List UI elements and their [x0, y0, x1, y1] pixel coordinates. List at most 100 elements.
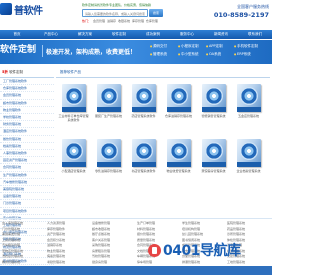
- sidebar-title-text: 软件定制: [9, 70, 24, 74]
- hotwords-label: 热门：: [82, 19, 92, 23]
- nav-item-solutions[interactable]: 解决方案: [68, 32, 102, 37]
- hotword-link[interactable]: 会员管理: [93, 19, 105, 23]
- banner-headline: 极速开发，架构成熟，收费更低！: [46, 49, 137, 56]
- banner-feature: 中小型系统: [178, 52, 206, 57]
- logo[interactable]: 普软件: [0, 2, 43, 17]
- link-column: 出入库管理系统 门诊管理系统 美容美发管理 工资管理系统 汽车租赁管理 宠物店管理系统 洗衣…: [2, 221, 47, 265]
- sidebar-item[interactable]: 汽车维修管理系统: [0, 179, 54, 187]
- watermark-text: 0401导航库: [163, 243, 241, 259]
- product-card[interactable]: 智能销售管理系统: [196, 80, 231, 135]
- footer-link[interactable]: 教务管理系统: [2, 260, 47, 266]
- footer-link[interactable]: 健身房管理: [92, 260, 137, 266]
- sidebar-item[interactable]: 学校管理系统: [0, 114, 54, 122]
- sidebar-item[interactable]: 酒店管理系统软件: [0, 128, 54, 136]
- product-grid: 工业材料订单仓库管理系统软件 服装厂生产管理系统 药店管理系统软件 仓库进销存管理系统…: [56, 80, 266, 190]
- product-box-icon[interactable]: [61, 139, 86, 167]
- product-name[interactable]: 药店管理系统软件: [128, 114, 160, 118]
- product-card[interactable]: 书店管理系统软件: [126, 135, 161, 190]
- link-column: 人力资源管理 库存管理软件 资产管理系统 会员积分系统 进销存系统 物业管理系统 病案管理系…: [47, 221, 92, 265]
- footer-link[interactable]: 考勤管理系统: [47, 260, 92, 266]
- hotwords: 热门： 会员管理 进销存 收银系统 库存管理 仓库管理: [82, 19, 159, 23]
- product-card[interactable]: 服装厂生产管理系统: [91, 80, 126, 135]
- hotline: 全国客户服务热线 010-8589-2197: [214, 4, 269, 19]
- sidebar-item[interactable]: 财务管理系统: [0, 121, 54, 129]
- sidebar-item[interactable]: 固定资产管理系统: [0, 157, 54, 165]
- product-box-icon[interactable]: [131, 84, 156, 112]
- header-slogan: 软件定制请找普软件专业团队，价格实惠，值得信赖: [82, 3, 152, 7]
- product-card[interactable]: 五金店管理系统: [231, 80, 266, 135]
- sidebar-item[interactable]: 仓库管理系统软件: [0, 85, 54, 93]
- product-box-icon[interactable]: [166, 139, 191, 167]
- sidebar-item[interactable]: 会员管理系统: [0, 92, 54, 100]
- footer-link[interactable]: 排课管理系统: [182, 260, 227, 266]
- nav-item-news[interactable]: 新闻资讯: [204, 32, 238, 37]
- hotword-link[interactable]: 收银系统: [118, 19, 130, 23]
- nav-item-contact[interactable]: 联系我们: [238, 32, 272, 37]
- sidebar-item[interactable]: 餐饮管理系统: [0, 136, 54, 143]
- product-name[interactable]: 物业收费管理系统: [163, 169, 195, 173]
- product-name[interactable]: 书店管理系统软件: [128, 169, 160, 173]
- banner-features: 源码交付 小程序定制 APP定制 手机软件定制 管理系统 中小型系统 OA系统 …: [150, 44, 262, 57]
- sidebar-item[interactable]: 超市管理系统软件: [0, 100, 54, 107]
- sidebar-item[interactable]: 档案管理系统: [0, 143, 54, 151]
- nav-item-home[interactable]: 首页: [0, 32, 34, 37]
- product-name[interactable]: 企业档案管理系统: [233, 169, 265, 173]
- banner-feature: OA系统: [206, 52, 234, 57]
- search-input[interactable]: 请输入您需要的软件名称，或输入关键词搜索: [82, 9, 148, 17]
- nav-item-service[interactable]: 服务中心: [170, 32, 204, 37]
- search-button[interactable]: 搜索: [149, 9, 163, 17]
- sidebar-item[interactable]: 人事管理系统软件: [0, 150, 54, 158]
- banner-left-title: 软件定制: [0, 45, 37, 55]
- product-name[interactable]: 仓库进销存管理系统: [163, 114, 195, 118]
- product-box-icon[interactable]: [96, 139, 121, 167]
- hotword-link[interactable]: 库存管理: [132, 19, 144, 23]
- product-box-icon[interactable]: [61, 84, 86, 112]
- product-card[interactable]: 企业档案管理系统: [231, 135, 266, 190]
- product-name[interactable]: 小型酒店管理系统: [58, 169, 90, 173]
- sidebar-item[interactable]: 项目管理系统软件: [0, 208, 54, 215]
- product-card[interactable]: 物业收费管理系统: [161, 135, 196, 190]
- product-name[interactable]: 智能销售管理系统: [198, 114, 230, 118]
- product-box-icon[interactable]: [201, 84, 226, 112]
- hotline-phone: 010-8589-2197: [213, 11, 269, 19]
- nav-item-products[interactable]: 产品中心: [34, 32, 68, 37]
- banner-feature: 源码交付: [150, 44, 178, 49]
- product-name[interactable]: 五金店管理系统: [233, 114, 265, 118]
- product-card[interactable]: 工业材料订单仓库管理系统软件: [56, 80, 91, 135]
- banner-feature: 管理系统: [150, 52, 178, 57]
- banner-feature: APP定制: [206, 44, 234, 49]
- nav-item-custom[interactable]: 软件定制: [102, 32, 136, 37]
- promo-banner[interactable]: 软件定制 极速开发，架构成熟，收费更低！ 源码交付 小程序定制 APP定制 手机…: [0, 40, 272, 64]
- hotword-link[interactable]: 仓库管理: [146, 19, 158, 23]
- product-name[interactable]: 服装厂生产管理系统: [93, 114, 125, 118]
- hotword-link[interactable]: 进销存: [107, 19, 116, 23]
- banner-divider: [42, 45, 43, 57]
- sidebar-item[interactable]: 设备管理系统: [0, 193, 54, 201]
- product-box-icon[interactable]: [236, 139, 261, 167]
- product-box-icon[interactable]: [166, 84, 191, 112]
- product-name[interactable]: 宾馆客房管理系统: [198, 169, 230, 173]
- footer-link[interactable]: 工地管理系统: [227, 260, 272, 266]
- sidebar-item[interactable]: 合同管理系统: [0, 164, 54, 172]
- product-name[interactable]: 零售进销存管理系统: [93, 169, 125, 173]
- product-box-icon[interactable]: [131, 139, 156, 167]
- product-card[interactable]: 仓库进销存管理系统: [161, 80, 196, 135]
- footer-link[interactable]: 停车场管理: [137, 260, 182, 266]
- product-box-icon[interactable]: [96, 84, 121, 112]
- product-name[interactable]: 工业材料订单仓库管理系统软件: [58, 114, 90, 122]
- product-card[interactable]: 宾馆客房管理系统: [196, 135, 231, 190]
- sidebar-item[interactable]: 美容院管理系统: [0, 186, 54, 194]
- sidebar-item[interactable]: 物业管理软件: [0, 107, 54, 115]
- sidebar-item[interactable]: 门诊管理系统: [0, 200, 54, 208]
- sidebar-item[interactable]: 生产管理系统软件: [0, 172, 54, 179]
- sidebar-item[interactable]: 工厂管理系统软件: [0, 78, 54, 86]
- product-card[interactable]: 零售进销存管理系统: [91, 135, 126, 190]
- product-card[interactable]: 小型酒店管理系统: [56, 135, 91, 190]
- product-box-icon[interactable]: [236, 84, 261, 112]
- logo-text: 普软件: [14, 5, 43, 17]
- link-column: 设备维修管理 超市收银系统 餐厅点餐系统 客户关系管理 采购管理系统 房屋租赁管理 驾校管理…: [92, 221, 137, 265]
- nav-item-cases[interactable]: 成功案例: [136, 32, 170, 37]
- product-card[interactable]: 药店管理系统软件: [126, 80, 161, 135]
- logo-icon: [0, 3, 12, 15]
- product-box-icon[interactable]: [201, 139, 226, 167]
